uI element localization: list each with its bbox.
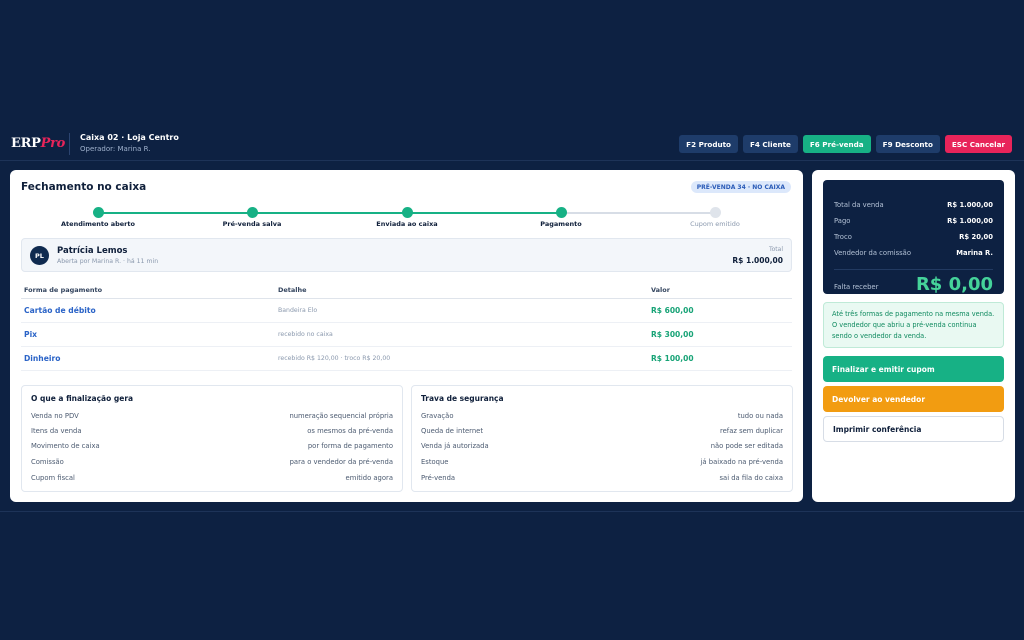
payment-value: R$ 600,00 [651, 306, 694, 315]
security-lock-card: Trava de segurança Gravação tudo ou nada … [411, 385, 793, 492]
payment-value: R$ 100,00 [651, 354, 694, 363]
step-current-dot [555, 207, 567, 218]
client-total-label: Total [768, 246, 783, 253]
finalize-button[interactable]: Finalizar e emitir cupom [823, 356, 1004, 382]
list-item: Movimento de caixa por forma de pagamento [31, 442, 393, 450]
summary-panel: Total da venda R$ 1.000,00 Pago R$ 1.000,0… [812, 170, 1015, 502]
list-item: Venda no PDV numeração sequencial própria [31, 412, 393, 420]
payment-method-link[interactable]: Pix [24, 330, 37, 339]
checkout-panel: Fechamento no caixa PRÉ-VENDA 34 · NO CA… [10, 170, 803, 502]
list-item: Estoque já baixado na pré-venda [421, 458, 783, 466]
step-cupom: Cupom emitido [655, 206, 775, 228]
client-name: Patrícia Lemos [57, 246, 128, 256]
footer-divider [0, 511, 1024, 512]
column-header: Detalhe [278, 286, 307, 294]
table-row: Dinheiro recebido R$ 120,00 · troco R$ 2… [21, 347, 792, 371]
summary-row: Troco R$ 20,00 [834, 233, 993, 241]
step-pagamento: Pagamento [501, 206, 621, 228]
payment-method-link[interactable]: Dinheiro [24, 354, 60, 363]
table-row: Pix recebido no caixa R$ 300,00 [21, 323, 792, 347]
function-keys: F2 Produto F4 Cliente F6 Pré-venda F9 De… [679, 135, 1012, 153]
column-header: Forma de pagamento [24, 286, 103, 294]
info-note: Até três formas de pagamento na mesma ve… [823, 302, 1004, 348]
print-button[interactable]: Imprimir conferência [823, 416, 1004, 442]
summary-row: Pago R$ 1.000,00 [834, 217, 993, 225]
top-bar: ERPPro Caixa 02 · Loja Centro Operador: … [0, 126, 1024, 161]
esc-cancelar-button[interactable]: ESC Cancelar [944, 135, 1012, 153]
step-pending-dot [709, 207, 721, 218]
remaining-value: R$ 0,00 [915, 274, 993, 295]
sale-summary: Total da venda R$ 1.000,00 Pago R$ 1.000,0… [823, 180, 1004, 295]
column-header: Valor [651, 286, 670, 294]
progress-stepper: Atendimento aberto Pré-venda salva Envia… [21, 206, 792, 230]
step-done-dot [401, 207, 413, 218]
payment-detail: recebido no caixa [278, 331, 333, 338]
list-item: Venda já autorizada não pode ser editada [421, 442, 783, 450]
logo: ERPPro [11, 136, 65, 151]
list-item: Pré-venda sai da fila do caixa [421, 474, 783, 482]
summary-divider [834, 269, 993, 270]
f9-desconto-button[interactable]: F9 Desconto [875, 135, 940, 153]
card-title: O que a finalização gera [31, 394, 134, 403]
list-item: Comissão para o vendedor da pré-venda [31, 458, 393, 466]
payment-value: R$ 300,00 [651, 330, 694, 339]
card-title: Trava de segurança [421, 394, 504, 403]
store-title: Caixa 02 · Loja Centro [80, 133, 179, 142]
list-item: Itens da venda os mesmos da pré-venda [31, 427, 393, 435]
table-header: Forma de pagamento Detalhe Valor [21, 282, 792, 299]
page-title: Fechamento no caixa [21, 181, 147, 193]
step-atendimento: Atendimento aberto [38, 206, 158, 228]
f2-produto-button[interactable]: F2 Produto [679, 135, 738, 153]
f4-cliente-button[interactable]: F4 Cliente [742, 135, 798, 153]
list-item: Cupom fiscal emitido agora [31, 474, 393, 482]
f6-pre-venda-button[interactable]: F6 Pré-venda [802, 135, 871, 153]
client-card: PL Patrícia Lemos Aberta por Marina R. ·… [21, 238, 792, 272]
header-divider [69, 133, 70, 155]
status-badge: PRÉ-VENDA 34 · NO CAIXA [690, 181, 791, 193]
return-to-seller-button[interactable]: Devolver ao vendedor [823, 386, 1004, 412]
list-item: Gravação tudo ou nada [421, 412, 783, 420]
payment-method-link[interactable]: Cartão de débito [24, 306, 96, 315]
operator-label: Operador: Marina R. [80, 145, 151, 153]
table-row: Cartão de débito Bandeira Elo R$ 600,00 [21, 299, 792, 323]
summary-row: Vendedor da comissão Marina R. [834, 249, 993, 257]
finalization-effects-card: O que a finalização gera Venda no PDV num… [21, 385, 403, 492]
list-item: Queda de internet refaz sem duplicar [421, 427, 783, 435]
payment-detail: recebido R$ 120,00 · troco R$ 20,00 [278, 355, 391, 362]
step-done-dot [92, 207, 104, 218]
remaining-label: Falta receber [834, 283, 879, 291]
step-done-dot [246, 207, 258, 218]
avatar: PL [30, 246, 49, 265]
step-pre-venda: Pré-venda salva [192, 206, 312, 228]
summary-row: Total da venda R$ 1.000,00 [834, 201, 993, 209]
client-meta: Aberta por Marina R. · há 11 min [57, 258, 159, 265]
client-total-value: R$ 1.000,00 [732, 256, 783, 265]
payment-detail: Bandeira Elo [278, 307, 318, 314]
payments-table: Forma de pagamento Detalhe Valor Cartão … [21, 282, 792, 371]
step-enviada: Enviada ao caixa [347, 206, 467, 228]
